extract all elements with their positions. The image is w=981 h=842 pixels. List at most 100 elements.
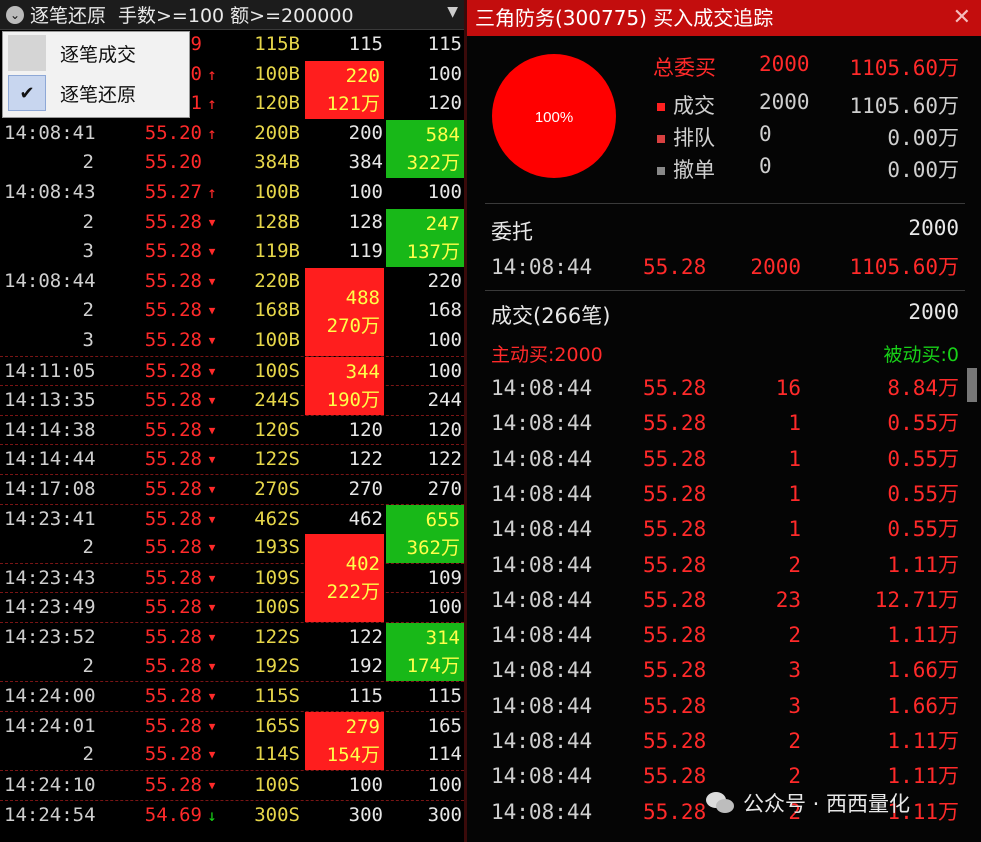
trade-volume: 300S: [254, 803, 300, 826]
trade-detail-row[interactable]: 14:08:44 55.28 1 0.55万: [467, 406, 981, 441]
trade-detail-row[interactable]: 14:08:44 55.28 3 1.66万: [467, 689, 981, 724]
summary-item-amount: 0.00万: [887, 158, 959, 182]
table-row[interactable]: 14:24:00 55.28 ▼ 115S 115 115: [0, 681, 464, 712]
restored-volume: 115: [348, 33, 383, 55]
table-row[interactable]: 14:23:49 55.28 ▼ 100S 100: [0, 592, 464, 623]
collapse-icon[interactable]: ⌄: [6, 5, 24, 24]
table-row[interactable]: 2 55.28 ▼ 168B 168: [0, 296, 464, 326]
table-row[interactable]: 14:14:38 55.28 ▼ 120S 120 120: [0, 414, 464, 446]
table-row[interactable]: 14:13:35 55.28 ▼ 244S 244: [0, 385, 464, 416]
buy-aggregate-block: 488 270万: [305, 267, 384, 356]
table-row[interactable]: 14:24:54 54.69 ↓ 300S 300 300: [0, 799, 464, 831]
trade-detail-row[interactable]: 14:08:44 55.28 16 8.84万: [467, 371, 981, 406]
trade-volume: 165S: [254, 714, 300, 737]
trade-detail-row[interactable]: 14:08:44 55.28 1 0.55万: [467, 442, 981, 477]
filter-icon[interactable]: ▼: [447, 4, 458, 20]
down-arrow-icon: ▼: [208, 394, 216, 408]
order-title: 委托: [491, 220, 533, 244]
aggregate-volume: 314: [425, 627, 460, 650]
trade-price: 55.28: [144, 329, 202, 351]
cumulative-volume: 244: [427, 389, 462, 412]
menu-item-tick-trades[interactable]: 逐笔成交: [3, 34, 189, 72]
buy-aggregate-block: 279 154万: [305, 711, 384, 770]
trade-price: 55.20: [144, 151, 202, 174]
trade-price: 55.28: [643, 411, 707, 436]
restored-volume: 100: [348, 774, 383, 796]
table-row[interactable]: 14:08:44 55.28 ▼ 220B 220: [0, 267, 464, 297]
trade-price: 55.28: [144, 536, 202, 559]
restored-volume: 200: [348, 121, 383, 144]
trade-detail-row[interactable]: 14:08:44 55.28 1 0.55万: [467, 512, 981, 547]
trade-detail-row[interactable]: 14:08:44 55.28 23 12.71万: [467, 583, 981, 618]
scrollbar-thumb[interactable]: [967, 368, 977, 402]
table-row[interactable]: 14:14:44 55.28 ▼ 122S 122 122: [0, 444, 464, 475]
table-row[interactable]: 14:24:10 55.28 ▼ 100S 100 100: [0, 770, 464, 801]
table-row[interactable]: 14:17:08 55.28 ▼ 270S 270 270: [0, 474, 464, 505]
trade-detail-row[interactable]: 14:08:44 55.28 2 1.11万: [467, 724, 981, 759]
sell-aggregate-block: 655 362万: [386, 504, 464, 563]
trade-price: 55.28: [643, 446, 707, 471]
table-row[interactable]: 14:11:05 55.28 ▼ 100S 100: [0, 355, 464, 387]
trade-detail-row[interactable]: 14:08:44 55.28 2 1.11万: [467, 548, 981, 583]
menu-item-label: 逐笔还原: [60, 83, 137, 106]
buy-tracking-panel: 三角防务(300775) 买入成交追踪 ✕ 100% 总委买 2000 1105…: [467, 0, 981, 842]
trade-price: 55.28: [643, 658, 707, 683]
trade-volume: 462S: [254, 507, 300, 530]
filter-text: 手数>=100 额>=200000: [118, 5, 354, 27]
table-row[interactable]: 3 55.28 ▼ 100B 100: [0, 326, 464, 356]
trade-time: 14:08:44: [491, 552, 593, 577]
cumulative-volume: 109: [427, 566, 462, 589]
buy-aggregate-block: 344 190万: [305, 356, 384, 415]
window-title: 三角防务(300775) 买入成交追踪: [475, 6, 774, 30]
cumulative-volume: 165: [427, 714, 462, 737]
aggregate-volume: 655: [425, 508, 460, 531]
trade-price: 55.28: [144, 685, 202, 708]
aggregate-volume: 247: [425, 212, 460, 235]
table-row[interactable]: 14:08:43 55.27 ↑ 100B 100 100: [0, 178, 464, 208]
trade-volume: 114S: [254, 743, 300, 766]
table-row[interactable]: 14:23:43 55.28 ▼ 109S 109: [0, 562, 464, 594]
down-arrow-icon: ▼: [208, 334, 216, 347]
trade-price: 55.28: [144, 566, 202, 589]
trade-list-header: ⌄ 逐笔还原 手数>=100 额>=200000 ▼: [0, 0, 464, 30]
close-icon[interactable]: ✕: [953, 0, 971, 36]
trade-volume: 100S: [254, 359, 300, 382]
down-arrow-icon: ▼: [208, 215, 216, 229]
check-icon: ✔: [8, 75, 46, 111]
arrow-placeholder: [204, 30, 220, 60]
restored-volume: 384: [348, 151, 383, 174]
trade-time: 14:08:43: [4, 181, 96, 203]
trade-volume: 200B: [254, 121, 300, 144]
trade-detail-row[interactable]: 14:08:44 55.28 3 1.66万: [467, 653, 981, 688]
cumulative-volume: 100: [427, 774, 462, 796]
trade-detail-row[interactable]: 14:08:44 55.28 1 0.55万: [467, 477, 981, 512]
trade-volume: 122S: [254, 448, 300, 471]
trade-price: 55.28: [643, 799, 707, 824]
aggregate-volume: 344: [345, 360, 380, 383]
legend-swatch-icon: [657, 103, 665, 111]
trade-time: 14:08:44: [491, 517, 593, 542]
trade-list-panel: ⌄ 逐笔还原 手数>=100 额>=200000 ▼ 115B 115 115 9 ↑ 1…: [0, 0, 464, 842]
trade-volume: 100B: [254, 62, 300, 85]
down-arrow-icon: ▼: [208, 571, 216, 585]
trade-detail-row[interactable]: 14:08:44 55.28 2 1.11万: [467, 618, 981, 653]
table-row[interactable]: 14:24:01 55.28 ▼ 165S 165: [0, 710, 464, 742]
passive-buy: 被动买:0: [883, 344, 960, 366]
menu-item-tick-restore[interactable]: ✔ 逐笔还原: [3, 74, 189, 112]
panel-title: 逐笔还原: [30, 5, 107, 27]
divider: [485, 290, 965, 291]
trade-qty: 3: [788, 693, 801, 718]
trade-volume: 192S: [254, 654, 300, 677]
trade-price: 55.28: [643, 517, 707, 542]
trade-amount: 0.55万: [887, 517, 959, 542]
trade-volume: 220B: [254, 269, 300, 292]
cumulative-volume: 220: [427, 269, 462, 292]
order-row: 14:08:44 55.28 2000 1105.60万: [491, 255, 959, 279]
table-row[interactable]: 2 55.28 ▼ 114S 114: [0, 740, 464, 770]
trade-time: 14:23:52: [4, 626, 96, 648]
cumulative-volume: 122: [427, 448, 462, 471]
trade-time: 14:24:01: [4, 714, 96, 737]
down-arrow-icon: ▼: [208, 659, 216, 673]
trade-time: 3: [82, 329, 94, 351]
cumulative-volume: 100: [427, 596, 462, 619]
